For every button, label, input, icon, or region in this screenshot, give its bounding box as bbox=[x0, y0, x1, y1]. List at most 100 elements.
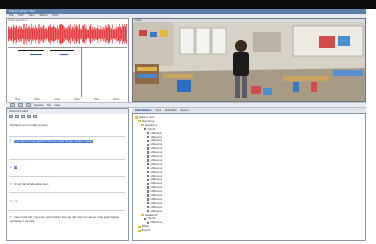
waveform-sample bbox=[119, 24, 120, 44]
tree-item-label: Recording bbox=[142, 119, 154, 123]
waveform-sample bbox=[53, 24, 55, 44]
waveform-sample bbox=[31, 23, 32, 45]
waveform-sample bbox=[29, 25, 30, 43]
waveform-sample bbox=[18, 28, 20, 40]
tree-item[interactable]: utterance bbox=[147, 147, 162, 150]
tree-item[interactable]: utterance bbox=[147, 221, 162, 224]
tree-item[interactable]: utterance bbox=[147, 139, 162, 142]
tree-item[interactable]: utterance bbox=[147, 182, 162, 185]
waveform-sample bbox=[71, 27, 73, 41]
waveform-sample bbox=[54, 27, 56, 41]
tree-item[interactable]: Speaker B bbox=[141, 214, 157, 217]
tree-item-label: Notes bbox=[142, 225, 149, 229]
waveform-sample bbox=[37, 29, 38, 39]
waveform-sample bbox=[33, 26, 34, 42]
waveform-sample bbox=[51, 27, 52, 41]
waveform-sample bbox=[58, 28, 59, 40]
tree-item[interactable]: utterance bbox=[147, 190, 162, 193]
zoom-button[interactable]: Zoom bbox=[113, 98, 119, 101]
waveform-sample bbox=[38, 23, 39, 45]
waveform-sample bbox=[57, 25, 58, 43]
waveform-sample bbox=[66, 28, 68, 40]
tree-item-label: utterance bbox=[150, 205, 162, 209]
tree-item-label: utterance bbox=[150, 135, 162, 139]
tree-item[interactable]: utterance bbox=[147, 206, 162, 209]
tree-item[interactable]: Session root bbox=[135, 116, 154, 119]
tree-item[interactable]: utterance bbox=[147, 151, 162, 154]
waveform-sample bbox=[10, 28, 11, 40]
waveform-sample bbox=[85, 28, 86, 40]
annotation-tier-bar[interactable] bbox=[18, 50, 44, 52]
loop-button[interactable]: Loop bbox=[54, 98, 59, 101]
tree-item[interactable]: utterance bbox=[147, 171, 162, 174]
waveform-sample bbox=[96, 28, 98, 40]
waveform-sample bbox=[77, 26, 78, 42]
waveform-sample bbox=[115, 28, 116, 40]
toolbar-tier-label[interactable]: Tier bbox=[47, 104, 52, 107]
waveform-sample bbox=[79, 24, 80, 44]
tree-item[interactable]: Recording bbox=[138, 120, 154, 123]
fast-button[interactable]: Fast bbox=[94, 98, 98, 101]
transcript-segment[interactable]: 1 Jij Je bent ik heb gedacht dat een paa… bbox=[10, 140, 124, 144]
segment-number: 1 bbox=[10, 140, 12, 143]
tree-item[interactable]: Export bbox=[138, 229, 150, 232]
transcript-segment[interactable]: 5 Dan moet het nog even goed kijken hoe … bbox=[10, 216, 124, 223]
redo-icon[interactable] bbox=[27, 114, 31, 119]
folder-icon bbox=[138, 229, 141, 232]
tree-item[interactable]: utterance bbox=[147, 159, 162, 162]
transcript-segment[interactable]: 2 Ja bbox=[10, 166, 124, 170]
toolbar-button[interactable] bbox=[26, 103, 31, 107]
waveform-sample bbox=[22, 29, 24, 39]
toolbar-view-label[interactable]: View bbox=[54, 104, 60, 107]
waveform-sample bbox=[110, 28, 111, 40]
waveform-sample bbox=[107, 27, 108, 41]
tree-item[interactable]: utterance bbox=[147, 143, 162, 146]
find-icon[interactable] bbox=[33, 114, 37, 119]
transcript-segment[interactable]: 4 ( ) bbox=[10, 200, 124, 204]
tree-item[interactable]: utterance bbox=[147, 202, 162, 205]
tree-item[interactable]: utterance bbox=[147, 210, 162, 213]
transcript-segment[interactable]: Kinderen en ik praten samen bbox=[10, 124, 124, 128]
stop-button[interactable]: Stop bbox=[35, 98, 40, 101]
waveform-sample bbox=[87, 29, 88, 39]
audio-waveform[interactable] bbox=[8, 23, 127, 45]
italic-icon[interactable] bbox=[15, 114, 19, 119]
tree-item[interactable]: utterance bbox=[147, 136, 162, 139]
annotation-tier-bar[interactable] bbox=[30, 54, 42, 56]
tree-item[interactable]: Speaker A bbox=[141, 124, 157, 127]
toolbar-button[interactable] bbox=[18, 103, 23, 107]
tree-item[interactable]: Notes bbox=[138, 225, 149, 228]
waveform-sample bbox=[80, 28, 81, 40]
tree-item[interactable]: utterance bbox=[147, 163, 162, 166]
waveform-sample bbox=[31, 27, 33, 41]
tree-item[interactable]: utterance bbox=[147, 167, 162, 170]
tree-item[interactable]: utterance bbox=[147, 198, 162, 201]
tree-item[interactable]: utterance bbox=[147, 175, 162, 178]
waveform-sample bbox=[60, 23, 62, 45]
bold-icon[interactable] bbox=[9, 114, 13, 119]
toolbar-button[interactable] bbox=[10, 103, 15, 107]
waveform-sample bbox=[39, 24, 41, 44]
transcript-segment[interactable]: 3 Ik wil dat straks laten zien bbox=[10, 183, 124, 187]
undo-icon[interactable] bbox=[21, 114, 25, 119]
slow-button[interactable]: Slow bbox=[74, 98, 79, 101]
waveform-sample bbox=[108, 25, 110, 43]
toolbar-speaker-label[interactable]: Speaker bbox=[34, 104, 44, 107]
waveform-sample bbox=[125, 27, 127, 41]
video-frame[interactable] bbox=[133, 22, 365, 101]
tree-item[interactable]: utterance bbox=[147, 186, 162, 189]
play-button[interactable]: Play bbox=[15, 98, 20, 101]
segment-divider bbox=[9, 159, 125, 160]
playback-cursor[interactable] bbox=[81, 47, 82, 97]
annotation-tier-bar[interactable] bbox=[60, 54, 68, 56]
waveform-sample bbox=[82, 25, 83, 43]
tree-item[interactable]: Tier 01 bbox=[144, 128, 156, 131]
annotation-tier-bar[interactable] bbox=[50, 50, 74, 52]
tree-item[interactable]: utterance bbox=[147, 194, 162, 197]
tree-item[interactable]: utterance bbox=[147, 155, 162, 158]
tree-item[interactable]: Tier 02 bbox=[144, 217, 156, 220]
folder-icon bbox=[135, 116, 138, 119]
tree-item[interactable]: utterance bbox=[147, 132, 162, 135]
tree-item[interactable]: utterance bbox=[147, 178, 162, 181]
time-ruler[interactable] bbox=[8, 45, 127, 48]
